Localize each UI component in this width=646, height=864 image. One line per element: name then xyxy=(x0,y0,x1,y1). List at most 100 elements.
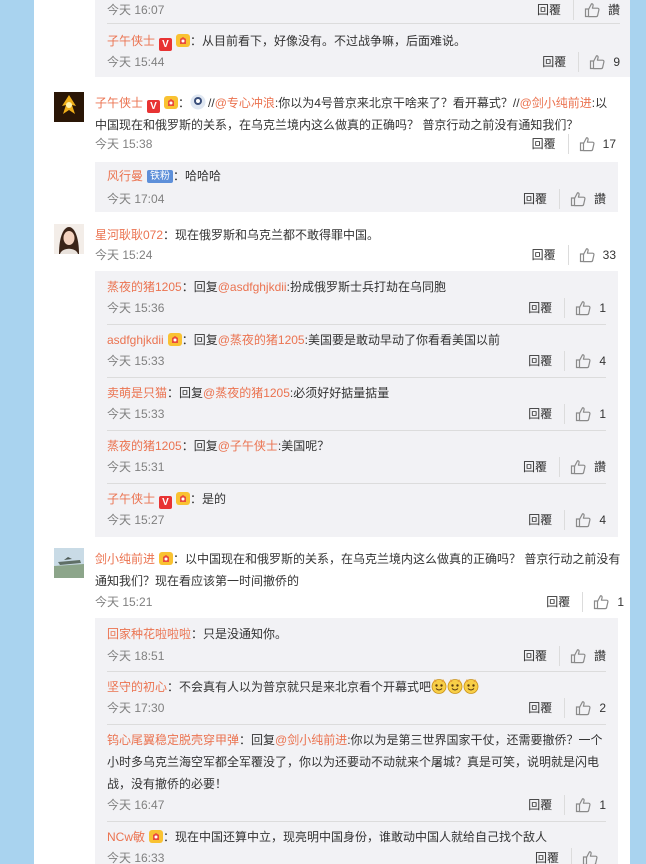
fan-badge-icon xyxy=(149,830,163,843)
reply-button[interactable]: 回覆 xyxy=(528,510,566,530)
reply-item: NCw敏 ：现在中国还算中立，现亮明中国身份，谁敢动中国人就给自己找个敌人 今天 … xyxy=(107,826,606,864)
reply-button[interactable]: 回覆 xyxy=(528,795,566,815)
reply-text: ：只是没通知你。 xyxy=(191,627,288,641)
reply-item: 坚守的初心：不会真有人以为普京就只是来北京看个开幕式吧 今天 17:30 回覆 2 xyxy=(107,676,606,718)
mention-link[interactable]: @子午侠士 xyxy=(218,439,278,453)
fan-badge-icon xyxy=(176,34,190,47)
comment-time: 今天 15:21 xyxy=(95,595,153,609)
comment-time: 今天 17:30 xyxy=(107,701,165,715)
comment-text: ：以中国现在和俄罗斯的关系，在乌克兰境内这么做真的正确吗？ 普京行动之前没有通知… xyxy=(95,552,621,588)
comment-time: 今天 15:31 xyxy=(107,460,165,474)
comment-time: 今天 15:38 xyxy=(95,137,153,151)
reply-item: 子午侠士 V ：是的 今天 15:27 回覆 4 xyxy=(107,488,606,530)
user-name[interactable]: 回家种花啦啦啦 xyxy=(107,627,191,641)
thumbs-up-icon xyxy=(575,700,591,716)
like-button[interactable]: 2 xyxy=(575,698,606,718)
reply-button[interactable]: 回覆 xyxy=(528,404,566,424)
user-name[interactable]: 坚守的初心 xyxy=(107,680,167,694)
mention-link[interactable]: @蒸夜的猪1205 xyxy=(218,333,305,347)
like-button[interactable]: 讚 xyxy=(570,457,606,477)
user-name[interactable]: 钨心尾翼稳定脱壳穿甲弹 xyxy=(107,733,239,747)
reply-text: :扮成俄罗斯士兵打劫在乌同胞 xyxy=(286,280,446,294)
like-button[interactable]: 讚 xyxy=(584,0,620,20)
laugh-emoji-icon xyxy=(431,678,447,694)
mention-link[interactable]: @剑小纯前进 xyxy=(275,733,347,747)
thumbs-up-icon xyxy=(570,459,586,475)
reply-button[interactable]: 回覆 xyxy=(546,592,584,612)
reply-item: 今天 16:07 回覆 讚 xyxy=(107,0,620,22)
user-name[interactable]: 蒸夜的猪1205 xyxy=(107,439,182,453)
like-button[interactable]: 9 xyxy=(589,52,620,72)
like-button[interactable]: 4 xyxy=(575,351,606,371)
fan-badge-icon xyxy=(176,492,190,505)
reply-button[interactable]: 回覆 xyxy=(532,245,569,265)
user-name[interactable]: 卖萌是只猫 xyxy=(107,386,167,400)
reply-item: 蒸夜的猪1205：回复@子午侠士:美国呢？ 今天 15:31 回覆讚 xyxy=(107,435,606,477)
user-name[interactable]: 星河耿耿072 xyxy=(95,228,163,242)
reply-button[interactable]: 回覆 xyxy=(528,298,566,318)
reply-list: 今天 16:07 回覆 讚 子午侠士 V ：从目前看下，好像没有。不过战争嘛，后面难… xyxy=(95,0,630,77)
like-button[interactable]: 1 xyxy=(593,592,624,612)
mention-link[interactable]: @蒸夜的猪1205 xyxy=(203,386,290,400)
reply-item: 子午侠士 V ：从目前看下，好像没有。不过战争嘛，后面难说。 今天 15:44 回覆… xyxy=(107,30,620,72)
reply-item: 风行曼 铁粉 ：哈哈哈 今天 17:04 回覆 讚 xyxy=(107,165,606,209)
mention-link[interactable]: @asdfghjkdii xyxy=(218,280,287,294)
verified-badge: V xyxy=(159,38,173,51)
like-button[interactable]: 17 xyxy=(579,134,616,154)
reply-button[interactable]: 回覆 xyxy=(532,134,569,154)
like-button[interactable]: 33 xyxy=(579,245,616,265)
avatar[interactable] xyxy=(54,548,84,578)
reply-text: ：是的 xyxy=(190,492,227,506)
thumbs-up-icon xyxy=(579,136,595,152)
reply-button[interactable]: 回覆 xyxy=(523,646,560,666)
user-name[interactable]: 子午侠士 xyxy=(107,492,155,506)
reply-item: 卖萌是只猫：回复@蒸夜的猪1205:必须好好掂量掂量 今天 15:33 回覆 1 xyxy=(107,382,606,424)
thumbs-up-icon xyxy=(575,512,591,528)
avatar[interactable] xyxy=(54,92,84,122)
user-name[interactable]: NCw敏 xyxy=(107,830,145,844)
thumbs-up-icon xyxy=(575,797,591,813)
reply-item: 回家种花啦啦啦：只是没通知你。 今天 18:51 回覆讚 xyxy=(107,623,606,666)
comment-time: 今天 15:24 xyxy=(95,248,153,262)
reply-text: ：从目前看下，好像没有。不过战争嘛，后面难说。 xyxy=(190,34,467,48)
verified-badge: V xyxy=(147,100,161,113)
user-name[interactable]: 风行曼 xyxy=(107,169,143,183)
like-button[interactable]: 1 xyxy=(575,298,606,318)
laugh-emoji-icon xyxy=(447,678,463,694)
reply-button[interactable]: 回覆 xyxy=(523,457,560,477)
comment-text: ：现在俄罗斯和乌克兰都不敢得罪中国。 xyxy=(163,228,380,242)
reply-item: asdfghjkdii ：回复@蒸夜的猪1205:美国要是敢动早动了你看看美国以前… xyxy=(107,329,606,371)
like-button[interactable]: 讚 xyxy=(570,189,606,209)
like-button[interactable]: 1 xyxy=(575,795,606,815)
avatar[interactable] xyxy=(54,224,84,254)
reply-list: 蒸夜的猪1205：回复@asdfghjkdii:扮成俄罗斯士兵打劫在乌同胞 今天… xyxy=(95,271,618,537)
reply-list: 风行曼 铁粉 ：哈哈哈 今天 17:04 回覆 讚 xyxy=(95,162,618,212)
user-name[interactable]: 子午侠士 xyxy=(95,96,143,110)
reply-button[interactable]: 回覆 xyxy=(528,698,566,718)
like-button[interactable]: 讚 xyxy=(570,646,606,666)
comment-time: 今天 17:04 xyxy=(107,192,165,206)
reply-button[interactable]: 回覆 xyxy=(523,189,560,209)
user-name[interactable]: 子午侠士 xyxy=(107,34,155,48)
reply-button[interactable]: 回覆 xyxy=(537,0,574,20)
reply-button[interactable]: 回覆 xyxy=(528,351,566,371)
comment-item: 剑小纯前进 ：以中国现在和俄罗斯的关系，在乌克兰境内这么做真的正确吗？ 普京行动之… xyxy=(54,548,624,864)
user-name[interactable]: 剑小纯前进 xyxy=(95,552,155,566)
reply-text: ：哈哈哈 xyxy=(173,169,222,183)
thumbs-up-icon xyxy=(570,191,586,207)
reply-button[interactable]: 回覆 xyxy=(542,52,580,72)
like-button[interactable]: 4 xyxy=(575,510,606,530)
like-button[interactable] xyxy=(582,850,606,864)
mention-link[interactable]: @专心冲浪 xyxy=(215,96,275,110)
mini-avatar-icon xyxy=(190,94,206,110)
user-name[interactable]: 蒸夜的猪1205 xyxy=(107,280,182,294)
fan-badge-icon xyxy=(164,96,178,109)
user-name[interactable]: asdfghjkdii xyxy=(107,333,164,347)
fan-badge-icon xyxy=(159,552,173,565)
comment-time: 今天 16:33 xyxy=(107,851,165,864)
reply-button[interactable]: 回覆 xyxy=(535,848,572,864)
thumbs-up-icon xyxy=(584,2,600,18)
mention-link[interactable]: @剑小纯前进 xyxy=(520,96,592,110)
thumbs-up-icon xyxy=(579,247,595,263)
like-button[interactable]: 1 xyxy=(575,404,606,424)
